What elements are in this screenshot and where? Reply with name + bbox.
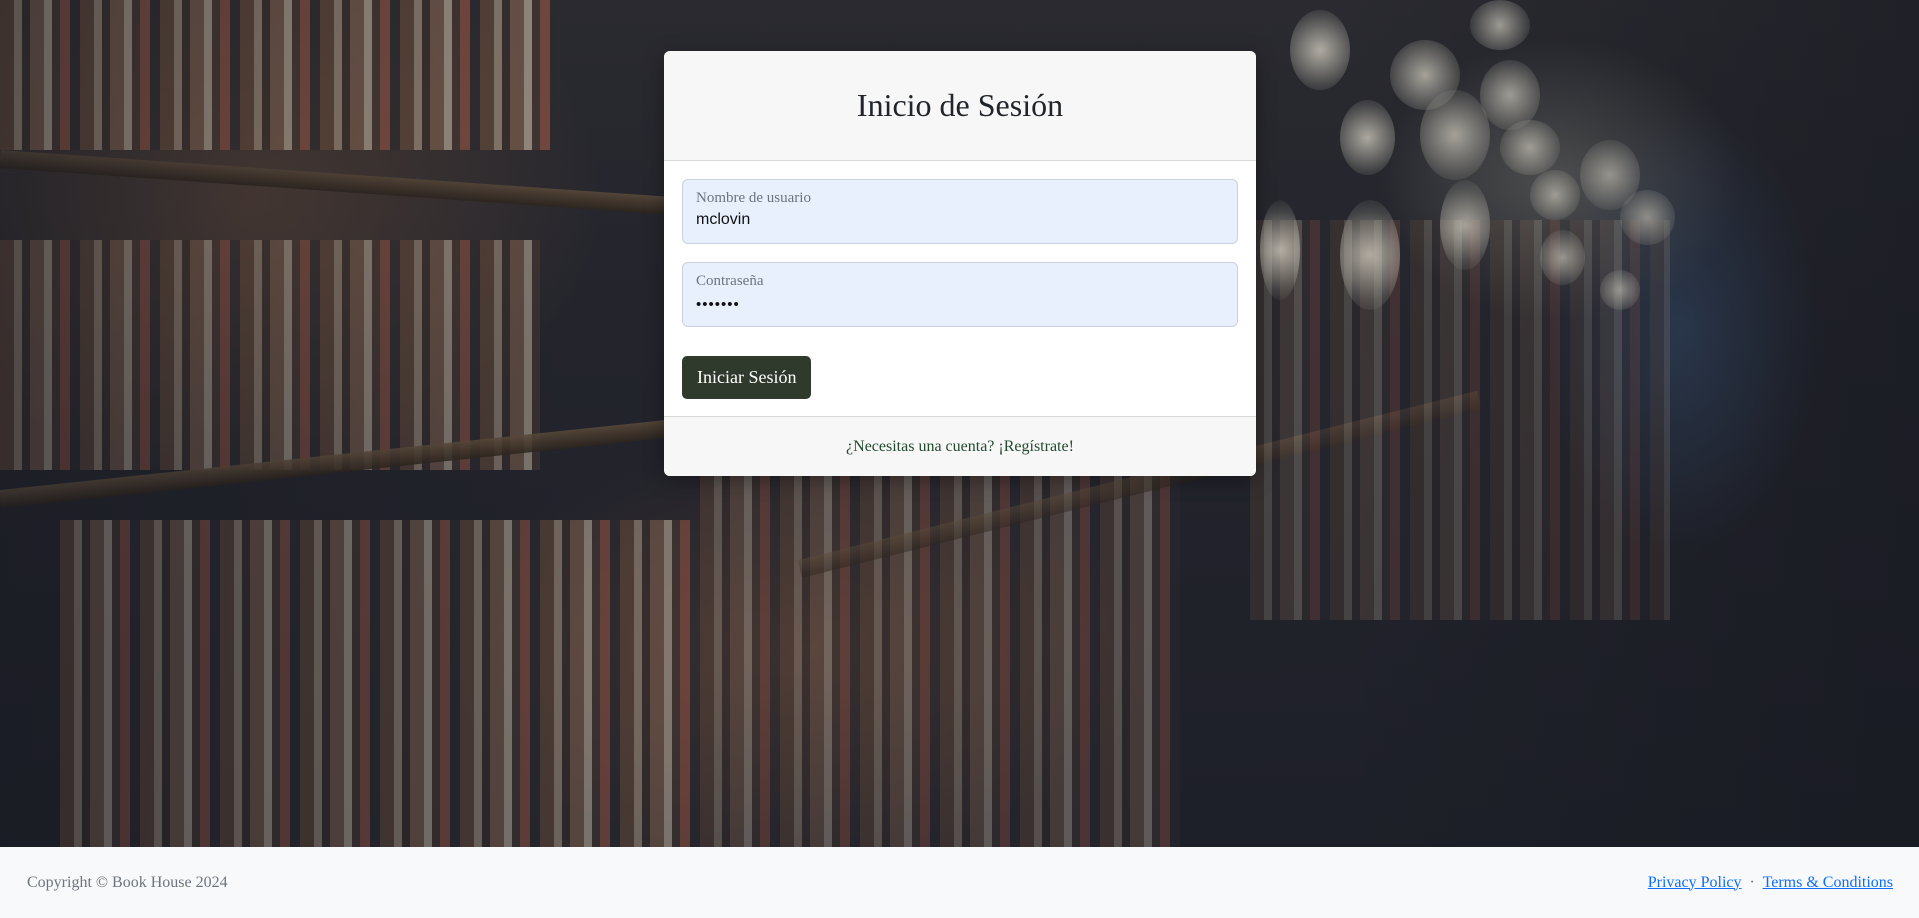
privacy-policy-link[interactable]: Privacy Policy — [1648, 874, 1742, 891]
login-form: Nombre de usuario mclovin Contraseña •••… — [664, 161, 1256, 399]
footer-separator: · — [1749, 873, 1755, 891]
login-card-footer: ¿Necesitas una cuenta? ¡Regístrate! — [664, 416, 1256, 476]
terms-conditions-link[interactable]: Terms & Conditions — [1763, 874, 1893, 891]
username-value: mclovin — [696, 211, 751, 228]
login-title: Inicio de Sesión — [856, 87, 1064, 123]
login-button[interactable]: Iniciar Sesión — [682, 356, 812, 399]
password-label: Contraseña — [696, 273, 764, 289]
copyright-text: Copyright © Book House 2024 — [27, 873, 228, 891]
register-link[interactable]: ¿Necesitas una cuenta? ¡Regístrate! — [846, 438, 1074, 456]
password-value: ••••••• — [696, 296, 740, 313]
login-card: Inicio de Sesión Nombre de usuario mclov… — [664, 51, 1256, 476]
page-footer: Copyright © Book House 2024 Privacy Poli… — [0, 847, 1919, 918]
username-field[interactable]: Nombre de usuario mclovin — [682, 179, 1238, 244]
login-card-header: Inicio de Sesión — [664, 51, 1256, 161]
password-field[interactable]: Contraseña ••••••• — [682, 262, 1238, 327]
username-label: Nombre de usuario — [696, 190, 811, 206]
footer-links: Privacy Policy · Terms & Conditions — [1648, 874, 1893, 892]
